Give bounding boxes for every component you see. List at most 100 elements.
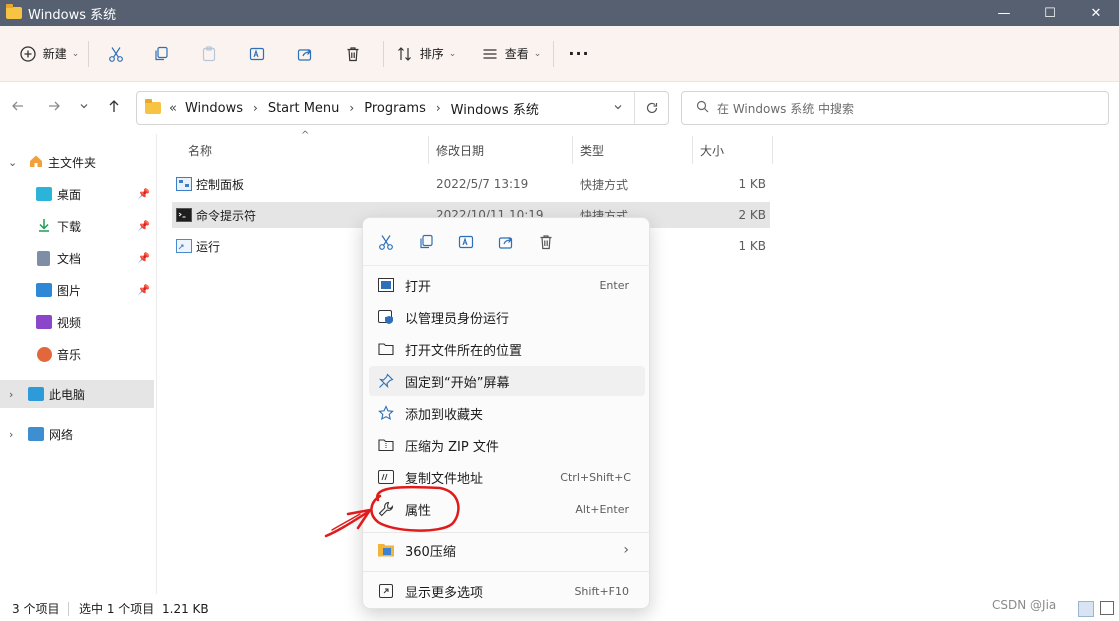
expand-chevron-icon[interactable]: ⌄ [8, 156, 17, 169]
menu-item-pin-to-start[interactable]: 固定到“开始”屏幕 [369, 366, 645, 396]
sidebar-item-downloads[interactable]: 下载 📌 [0, 212, 154, 240]
sidebar-item-this-pc[interactable]: › 此电脑 [0, 380, 154, 408]
maximize-button[interactable]: ☐ [1027, 0, 1073, 26]
sidebar-item-home[interactable]: ⌄ 主文件夹 [0, 148, 154, 176]
tiles-view-icon[interactable] [1100, 601, 1114, 615]
open-icon [377, 276, 395, 294]
menu-item-label: 添加到收藏夹 [405, 407, 484, 423]
sidebar-item-desktop[interactable]: 桌面 📌 [0, 180, 154, 208]
breadcrumb-item[interactable]: Windows 系统 [451, 99, 539, 118]
video-icon [36, 315, 52, 329]
scissors-icon [109, 46, 123, 62]
search-icon [696, 100, 709, 116]
column-divider[interactable] [428, 136, 429, 164]
submenu-chevron-icon: › [623, 542, 629, 558]
menu-item-copy-path[interactable]: 复制文件地址 Ctrl+Shift+C [369, 462, 645, 492]
up-arrow-icon[interactable] [104, 96, 124, 116]
column-divider[interactable] [572, 136, 573, 164]
file-modified: 2022/5/7 13:19 [436, 177, 529, 191]
breadcrumb-item[interactable]: Programs [364, 101, 426, 116]
share-icon [297, 48, 312, 61]
delete-button[interactable] [329, 36, 377, 72]
view-icon [483, 48, 497, 59]
column-divider[interactable] [692, 136, 693, 164]
sidebar-item-pictures[interactable]: 图片 📌 [0, 276, 154, 304]
copy-icon[interactable] [415, 231, 437, 253]
menu-item-open[interactable]: 打开 Enter [369, 270, 645, 300]
overflow-chevron-icon[interactable]: « [169, 101, 177, 116]
toolbar-separator [88, 40, 89, 67]
file-name: 控制面板 [196, 177, 245, 192]
recent-chevron-icon[interactable] [74, 96, 94, 116]
title-bar: Windows 系统 — ☐ ✕ [0, 0, 1119, 26]
column-header-type[interactable]: 类型 [580, 136, 604, 164]
back-arrow-icon[interactable] [8, 96, 28, 116]
minimize-button[interactable]: — [981, 0, 1027, 26]
command-bar: 新建 ⌄ 排序 ⌄ 查看 ⌄ ··· [0, 26, 1119, 82]
rename-icon[interactable] [455, 231, 477, 253]
toolbar-separator [383, 40, 384, 67]
new-button[interactable]: 新建 ⌄ [16, 36, 82, 72]
address-dropdown-icon[interactable] [612, 101, 624, 116]
copy-button[interactable] [137, 36, 185, 72]
sort-button[interactable]: 排序 ⌄ [390, 36, 462, 72]
menu-item-properties[interactable]: 属性 Alt+Enter [369, 494, 645, 524]
cut-icon[interactable] [375, 231, 397, 253]
menu-item-label: 打开文件所在的位置 [405, 343, 523, 359]
chevron-down-icon: ⌄ [533, 48, 542, 59]
watermark: CSDN @Jia [992, 598, 1057, 612]
sidebar-item-network[interactable]: › 网络 [0, 420, 154, 448]
sidebar-item-documents[interactable]: 文档 📌 [0, 244, 154, 272]
share-icon[interactable] [495, 231, 517, 253]
search-input[interactable]: 在 Windows 系统 中搜索 [717, 100, 854, 117]
trash-icon[interactable] [535, 231, 557, 253]
address-bar[interactable]: « Windows › Start Menu › Programs › Wind… [136, 91, 669, 125]
menu-item-open-location[interactable]: 打开文件所在的位置 [369, 334, 645, 364]
home-icon [28, 153, 44, 172]
sidebar-item-music[interactable]: 音乐 [0, 340, 154, 368]
details-view-icon[interactable] [1078, 601, 1094, 617]
sidebar-item-label: 主文件夹 [48, 155, 97, 170]
pin-icon[interactable]: 📌 [138, 189, 150, 200]
breadcrumb-item[interactable]: Windows [185, 101, 243, 116]
menu-item-show-more-options[interactable]: 显示更多选项 Shift+F10 [369, 576, 645, 606]
column-header-size[interactable]: 大小 [700, 136, 724, 164]
desktop-icon [36, 187, 52, 201]
menu-item-360-compress[interactable]: 360压缩 › [369, 535, 645, 565]
expand-chevron-icon[interactable]: › [9, 428, 13, 441]
breadcrumb-separator-icon: › [349, 101, 355, 115]
sidebar-item-label: 音乐 [57, 347, 82, 362]
column-header-modified[interactable]: 修改日期 [436, 136, 484, 164]
chevron-down-icon: ⌄ [448, 48, 457, 59]
view-button[interactable]: 查看 ⌄ [475, 36, 547, 72]
breadcrumb-item[interactable]: Start Menu [268, 101, 340, 116]
expand-chevron-icon[interactable]: › [9, 388, 13, 401]
wrench-icon [377, 500, 395, 518]
refresh-icon[interactable] [634, 92, 668, 124]
trash-icon [347, 46, 359, 61]
menu-item-compress-zip[interactable]: 压缩为 ZIP 文件 [369, 430, 645, 460]
column-header-name[interactable]: 名称 [188, 136, 212, 164]
pin-icon[interactable]: 📌 [138, 221, 150, 232]
folder-icon [145, 99, 161, 114]
network-icon [28, 427, 44, 441]
column-divider[interactable] [772, 136, 773, 164]
admin-shield-icon [377, 308, 395, 326]
window-controls: — ☐ ✕ [981, 0, 1119, 26]
cut-button[interactable] [95, 36, 137, 72]
forward-arrow-icon[interactable] [44, 96, 64, 116]
menu-item-add-to-favorites[interactable]: 添加到收藏夹 [369, 398, 645, 428]
search-box[interactable]: 在 Windows 系统 中搜索 [681, 91, 1109, 125]
more-button[interactable]: ··· [560, 36, 598, 72]
menu-item-run-as-admin[interactable]: 以管理员身份运行 [369, 302, 645, 332]
file-row[interactable]: 控制面板 2022/5/7 13:19 快捷方式 1 KB [172, 171, 770, 197]
window-title: Windows 系统 [28, 7, 117, 23]
share-button[interactable] [281, 36, 329, 72]
menu-separator [363, 571, 651, 572]
close-button[interactable]: ✕ [1073, 0, 1119, 26]
sidebar-item-videos[interactable]: 视频 [0, 308, 154, 336]
pin-icon[interactable]: 📌 [138, 253, 150, 264]
rename-button[interactable] [233, 36, 281, 72]
pin-icon[interactable]: 📌 [138, 285, 150, 296]
paste-button[interactable] [185, 36, 233, 72]
